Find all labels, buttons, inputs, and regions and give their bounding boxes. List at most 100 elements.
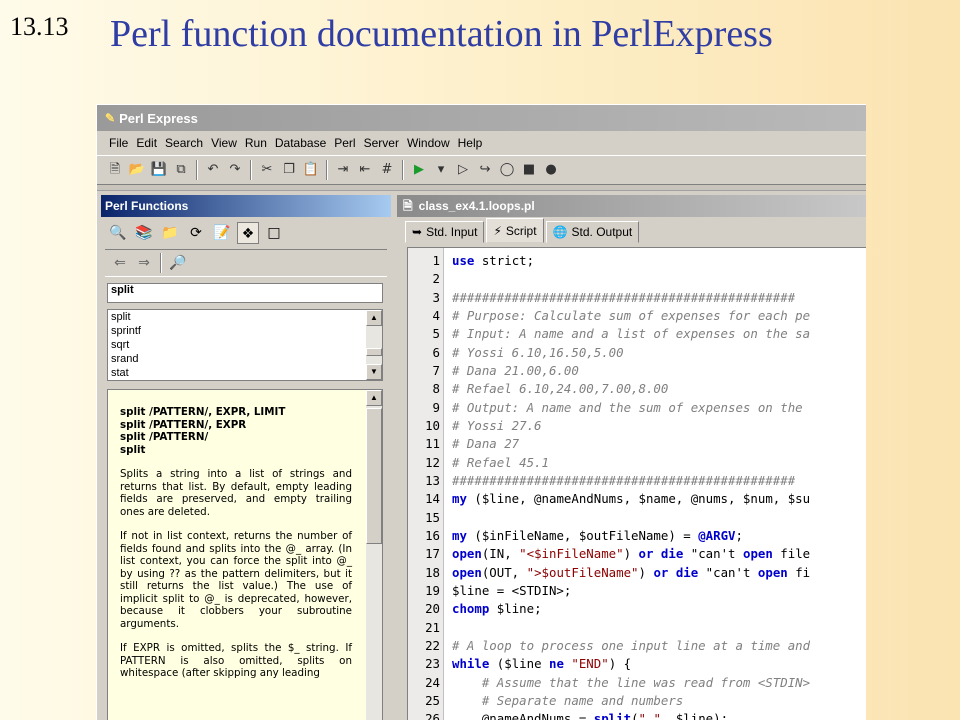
code-text: use strict; (452, 253, 535, 268)
debug-icon[interactable]: ● (541, 159, 561, 181)
code-line[interactable]: 6 # Yossi 6.10,16.50,5.00 (408, 344, 866, 362)
code-text: # Assume that the line was read from <ST… (452, 674, 811, 690)
menu-server[interactable]: Server (360, 136, 403, 150)
menu-window[interactable]: Window (403, 136, 454, 150)
code-line[interactable]: 22 # A loop to process one input line at … (408, 637, 866, 655)
scroll-up-icon[interactable]: ▲ (366, 390, 382, 406)
code-line[interactable]: 14 my ($line, @nameAndNums, $name, @nums,… (408, 490, 866, 508)
file-titlebar[interactable]: 🗎 class_ex4.1.loops.pl (397, 195, 866, 217)
code-line[interactable]: 3 #######################################… (408, 289, 866, 307)
code-line[interactable]: 23 while ($line ne "END") { (408, 655, 866, 673)
list-item[interactable]: stat (108, 366, 382, 380)
back-arrow-icon[interactable]: ⇐ (109, 252, 131, 274)
outdent-icon[interactable]: ⇤ (355, 159, 375, 181)
code-line[interactable]: 24 # Assume that the line was read from … (408, 674, 866, 692)
code-line[interactable]: 5 # Input: A name and a list of expenses … (408, 325, 866, 343)
line-number: 19 (425, 582, 440, 598)
line-number: 11 (425, 436, 440, 452)
window-titlebar[interactable]: ✎ Perl Express (97, 105, 866, 131)
code-text: # Refael 45.1 (452, 454, 549, 470)
step-over-icon[interactable]: ↪ (475, 159, 495, 181)
menu-file[interactable]: File (105, 136, 132, 150)
doc-synopsis-line: split /PATTERN/, EXPR (120, 418, 247, 431)
scroll-up-icon[interactable]: ▲ (366, 310, 382, 326)
redo-icon[interactable]: ↷ (225, 159, 245, 181)
new-file-icon[interactable]: 🗎 (105, 159, 125, 181)
menu-search[interactable]: Search (161, 136, 207, 150)
search-doc-icon[interactable]: 🔍 (107, 222, 129, 244)
code-line[interactable]: 21 (408, 619, 866, 637)
code-line[interactable]: 10 # Yossi 27.6 (408, 417, 866, 435)
list-item[interactable]: split (108, 310, 382, 324)
toolbar-strip (97, 185, 866, 191)
function-list-scrollbar[interactable]: ▲ ▼ (366, 310, 382, 380)
breakpoint-icon[interactable]: ◯ (497, 159, 517, 181)
module-icon[interactable]: □ (263, 222, 285, 244)
code-line[interactable]: 8 # Refael 6.10,24.00,7.00,8.00 (408, 380, 866, 398)
function-list[interactable]: split sprintf sqrt srand stat ▲ ▼ (107, 309, 383, 381)
code-line[interactable]: 1 use strict; (408, 252, 866, 270)
list-item[interactable]: sprintf (108, 324, 382, 338)
folder-icon[interactable]: 📁 (159, 222, 181, 244)
menu-run[interactable]: Run (241, 136, 271, 150)
code-line[interactable]: 17 open(IN, "<$inFileName") or die "can't… (408, 545, 866, 563)
scroll-thumb[interactable] (366, 408, 382, 544)
menu-perl[interactable]: Perl (330, 136, 359, 150)
code-line[interactable]: 12 # Refael 45.1 (408, 454, 866, 472)
code-text: # A loop to process one input line at a … (452, 637, 811, 653)
code-text: # Input: A name and a list of expenses o… (452, 326, 811, 342)
code-line[interactable]: 11 # Dana 27 (408, 435, 866, 453)
doc-paragraph: If not in list context, returns the numb… (120, 530, 352, 630)
paste-icon[interactable]: 📋 (301, 159, 321, 181)
code-line[interactable]: 25 # Separate name and numbers (408, 692, 866, 710)
scroll-thumb[interactable] (366, 348, 382, 356)
code-line[interactable]: 13 ######################################… (408, 472, 866, 490)
scroll-down-icon[interactable]: ▼ (366, 364, 382, 380)
stop-icon[interactable]: ■ (519, 159, 539, 181)
find-page-icon[interactable]: 🔎 (167, 252, 189, 274)
run-icon[interactable]: ▶ (409, 159, 429, 181)
function-search-input[interactable]: split (107, 283, 383, 303)
forward-arrow-icon[interactable]: ⇒ (133, 252, 155, 274)
open-folder-icon[interactable]: 📂 (127, 159, 147, 181)
code-line[interactable]: 15 (408, 509, 866, 527)
menu-edit[interactable]: Edit (132, 136, 161, 150)
code-line[interactable]: 9 # Output: A name and the sum of expense… (408, 399, 866, 417)
code-line[interactable]: 18 open(OUT, ">$outFileName") or die "can… (408, 564, 866, 582)
perl-function-icon[interactable]: ❖ (237, 222, 259, 244)
cut-icon[interactable]: ✂ (257, 159, 277, 181)
function-documentation: split /PATTERN/, EXPR, LIMIT split /PATT… (107, 389, 383, 720)
tab-std-input[interactable]: ➥ Std. Input (405, 221, 485, 243)
code-line[interactable]: 7 # Dana 21.00,6.00 (408, 362, 866, 380)
code-line[interactable]: 26 @nameAndNums = split(" ", $line); (408, 710, 866, 720)
refresh-icon[interactable]: ⟳ (185, 222, 207, 244)
menu-help[interactable]: Help (454, 136, 487, 150)
save-icon[interactable]: 💾 (149, 159, 169, 181)
tab-std-output[interactable]: 🌐 Std. Output (545, 221, 640, 243)
run-dropdown-icon[interactable]: ▾ (431, 159, 451, 181)
code-line[interactable]: 19 $line = <STDIN>; (408, 582, 866, 600)
undo-icon[interactable]: ↶ (203, 159, 223, 181)
line-number: 5 (432, 326, 440, 342)
code-line[interactable]: 20 chomp $line; (408, 600, 866, 618)
code-editor[interactable]: 1 use strict; 2 3 ##########################… (407, 247, 866, 720)
line-number: 4 (432, 307, 440, 323)
menu-view[interactable]: View (207, 136, 241, 150)
notes-icon[interactable]: 📝 (211, 222, 233, 244)
menu-database[interactable]: Database (271, 136, 330, 150)
save-all-icon[interactable]: ⧉ (171, 159, 191, 181)
comment-icon[interactable]: # (377, 159, 397, 181)
line-number: 7 (432, 362, 440, 378)
code-line[interactable]: 4 # Purpose: Calculate sum of expenses fo… (408, 307, 866, 325)
tab-label: Std. Input (426, 225, 478, 239)
code-line[interactable]: 2 (408, 270, 866, 288)
copy-icon[interactable]: ❐ (279, 159, 299, 181)
list-item[interactable]: srand (108, 352, 382, 366)
tab-script[interactable]: ⚡ Script (486, 218, 544, 243)
list-item[interactable]: sqrt (108, 338, 382, 352)
books-icon[interactable]: 📚 (133, 222, 155, 244)
code-line[interactable]: 16 my ($inFileName, $outFileName) = @ARGV… (408, 527, 866, 545)
step-icon[interactable]: ▷ (453, 159, 473, 181)
doc-scrollbar[interactable]: ▲ (366, 390, 382, 720)
indent-icon[interactable]: ⇥ (333, 159, 353, 181)
